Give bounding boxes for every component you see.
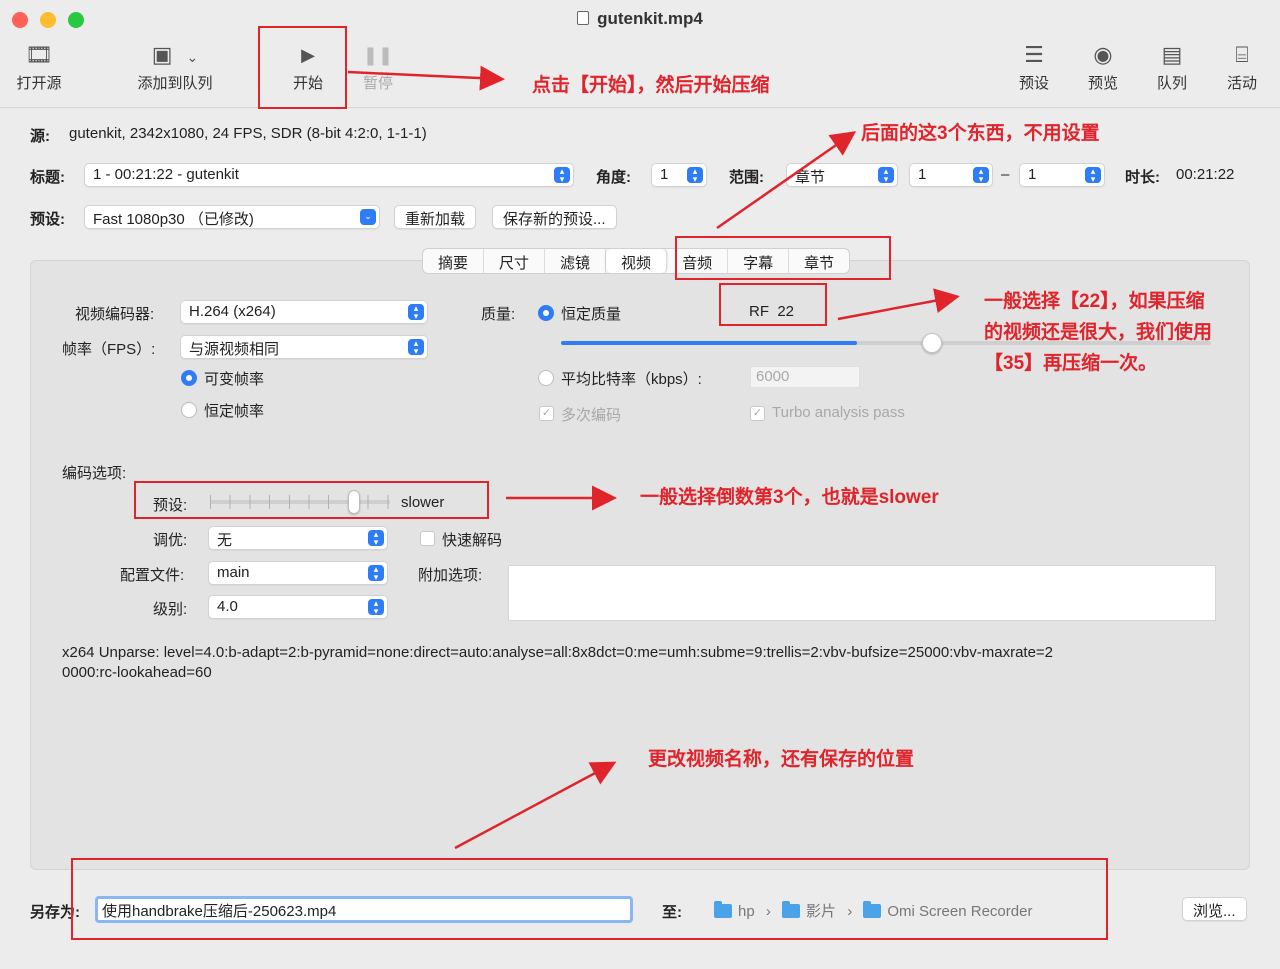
arrow-to-save-note bbox=[454, 761, 617, 850]
annotation-rf-line3: 【35】再压缩一次。 bbox=[984, 353, 1158, 374]
annotation-start: 点击【开始】，然后开始压缩 bbox=[532, 75, 770, 96]
arrow-to-start-note bbox=[347, 65, 505, 91]
annotation-rf-line2: 的视频还是很大，我们使用 bbox=[984, 322, 1213, 343]
annotation-tabs: 后面的这3个东西，不用设置 bbox=[861, 123, 1100, 144]
annotation-save: 更改视频名称，还有保存的位置 bbox=[648, 749, 915, 770]
annotation-preset: 一般选择倒数第3个，也就是slower bbox=[640, 487, 939, 508]
annotation-rf-line1: 一般选择【22】，如果压缩 bbox=[984, 291, 1205, 312]
handbrake-window: gutenkit.mp4 🎞︎ 打开源 ▣ ⌄ 添加到队列 ▶ 开始 ❚❚ 暂停 … bbox=[0, 0, 1280, 969]
arrow-to-tabs-note bbox=[716, 131, 857, 230]
arrow-to-rf-note bbox=[837, 288, 960, 321]
